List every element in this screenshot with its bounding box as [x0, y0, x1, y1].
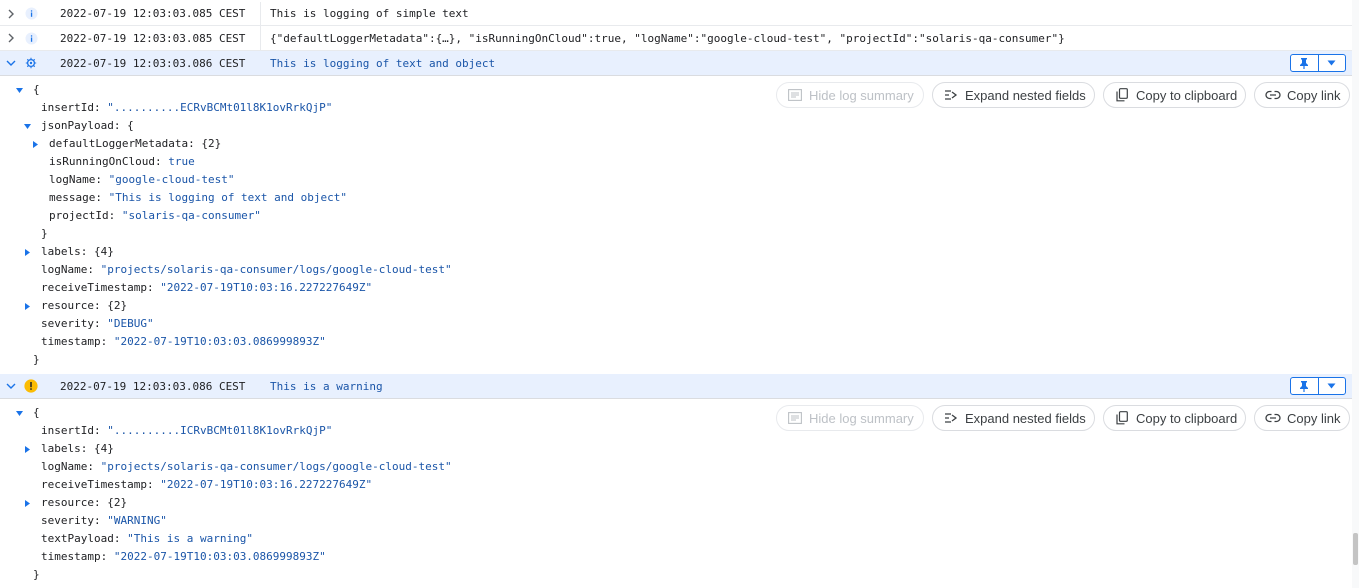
button-label: Expand nested fields — [965, 410, 1086, 426]
info-icon — [24, 31, 38, 45]
log-actions: Hide log summary Expand nested fields Co… — [0, 405, 1352, 431]
button-label: Hide log summary — [809, 87, 914, 103]
log-row-expanded[interactable]: 2022-07-19 12:03:03.086 CEST This is a w… — [0, 374, 1352, 399]
button-label: Expand nested fields — [965, 87, 1086, 103]
button-label: Copy to clipboard — [1136, 87, 1238, 103]
json-close-brace: } — [41, 227, 48, 240]
copy-icon — [1114, 410, 1130, 426]
button-label: Copy link — [1287, 87, 1341, 103]
hide-log-summary-button[interactable]: Hide log summary — [776, 82, 924, 108]
log-timestamp: 2022-07-19 12:03:03.085 CEST — [60, 31, 246, 45]
pin-button[interactable] — [1291, 55, 1318, 71]
column-divider — [260, 26, 261, 50]
copy-link-button[interactable]: Copy link — [1254, 82, 1350, 108]
log-timestamp: 2022-07-19 12:03:03.086 CEST — [60, 56, 246, 70]
field-textPayload: textPayload: "This is a warning" — [41, 532, 253, 545]
copy-link-button[interactable]: Copy link — [1254, 405, 1350, 431]
copy-to-clipboard-button[interactable]: Copy to clipboard — [1103, 82, 1246, 108]
expand-triangle-icon[interactable] — [30, 135, 40, 153]
field-receiveTimestamp: receiveTimestamp: "2022-07-19T10:03:16.2… — [41, 281, 373, 294]
vertical-scrollbar[interactable] — [1352, 0, 1359, 588]
link-icon — [1265, 410, 1281, 426]
log-message: This is a warning — [270, 379, 383, 393]
pin-control — [1290, 54, 1346, 72]
pin-control — [1290, 377, 1346, 395]
link-icon — [1265, 87, 1281, 103]
expand-nested-fields-button[interactable]: Expand nested fields — [932, 82, 1095, 108]
pin-button[interactable] — [1291, 378, 1318, 394]
expand-triangle-icon[interactable] — [22, 297, 32, 315]
chevron-right-icon[interactable] — [4, 31, 18, 45]
log-message: This is logging of text and object — [270, 56, 496, 70]
field-labels[interactable]: labels: {4} — [41, 243, 114, 261]
warning-icon — [24, 379, 38, 393]
field-timestamp: timestamp: "2022-07-19T10:03:03.08699989… — [41, 335, 326, 348]
field-logName: logName: "projects/solaris-qa-consumer/l… — [41, 263, 452, 276]
field-isRunningOnCloud: isRunningOnCloud: true — [49, 155, 195, 168]
log-row[interactable]: 2022-07-19 12:03:03.085 CEST {"defaultLo… — [0, 26, 1352, 51]
copy-icon — [1114, 87, 1130, 103]
log-message: {"defaultLoggerMetadata":{…}, "isRunning… — [270, 31, 1065, 45]
hide-log-summary-button[interactable]: Hide log summary — [776, 405, 924, 431]
field-message: message: "This is logging of text and ob… — [49, 191, 348, 204]
field-logName: logName: "projects/solaris-qa-consumer/l… — [41, 460, 452, 473]
expand-nested-fields-button[interactable]: Expand nested fields — [932, 405, 1095, 431]
log-row-expanded[interactable]: 2022-07-19 12:03:03.086 CEST This is log… — [0, 51, 1352, 76]
button-label: Copy link — [1287, 410, 1341, 426]
field-projectId: projectId: "solaris-qa-consumer" — [49, 209, 261, 222]
field-severity: severity: "DEBUG" — [41, 317, 154, 330]
summary-icon — [787, 410, 803, 426]
log-detail-panel: { insertId: "..........ICRvBCMt01l8K1ovR… — [0, 399, 1352, 588]
copy-to-clipboard-button[interactable]: Copy to clipboard — [1103, 405, 1246, 431]
pin-menu-dropdown-icon[interactable] — [1317, 378, 1346, 394]
chevron-right-icon[interactable] — [4, 7, 18, 21]
chevron-down-icon[interactable] — [4, 379, 18, 393]
log-message: This is logging of simple text — [270, 7, 469, 20]
collapse-triangle-icon[interactable] — [22, 117, 32, 135]
expand-icon — [943, 410, 959, 426]
column-divider — [260, 2, 261, 25]
log-actions: Hide log summary Expand nested fields Co… — [0, 82, 1352, 108]
log-row[interactable]: 2022-07-19 12:03:03.085 CEST This is log… — [0, 2, 1352, 26]
expand-icon — [943, 87, 959, 103]
log-detail-panel: { insertId: "..........ECRvBCMt01l8K1ovR… — [0, 76, 1352, 374]
field-severity: severity: "WARNING" — [41, 514, 167, 527]
expand-triangle-icon[interactable] — [22, 440, 32, 458]
field-logName: logName: "google-cloud-test" — [49, 173, 235, 186]
field-resource[interactable]: resource: {2} — [41, 297, 127, 315]
field-labels[interactable]: labels: {4} — [41, 440, 114, 458]
field-defaultLoggerMetadata[interactable]: defaultLoggerMetadata: {2} — [49, 135, 221, 153]
summary-icon — [787, 87, 803, 103]
expand-triangle-icon[interactable] — [22, 494, 32, 512]
chevron-down-icon[interactable] — [4, 56, 18, 70]
json-close-brace: } — [33, 353, 40, 366]
expand-triangle-icon[interactable] — [22, 243, 32, 261]
button-label: Copy to clipboard — [1136, 410, 1238, 426]
info-icon — [24, 7, 38, 21]
pin-menu-dropdown-icon[interactable] — [1317, 55, 1346, 71]
field-resource[interactable]: resource: {2} — [41, 494, 127, 512]
field-jsonPayload[interactable]: jsonPayload: { — [41, 117, 134, 135]
button-label: Hide log summary — [809, 410, 914, 426]
log-timestamp: 2022-07-19 12:03:03.085 CEST — [60, 7, 246, 20]
scrollbar-thumb[interactable] — [1353, 533, 1358, 565]
log-timestamp: 2022-07-19 12:03:03.086 CEST — [60, 379, 246, 393]
json-close-brace: } — [33, 568, 40, 581]
debug-icon — [24, 56, 38, 70]
field-receiveTimestamp: receiveTimestamp: "2022-07-19T10:03:16.2… — [41, 478, 373, 491]
field-timestamp: timestamp: "2022-07-19T10:03:03.08699989… — [41, 550, 326, 563]
